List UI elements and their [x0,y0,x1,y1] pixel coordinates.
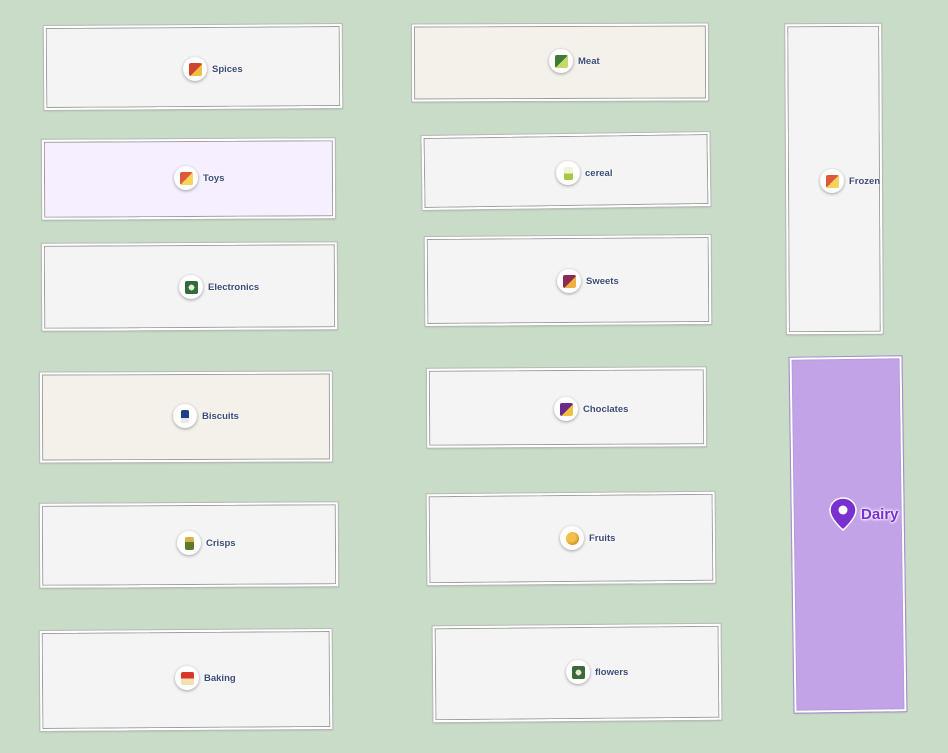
meat-product-icon [549,49,573,73]
aisle-dairy[interactable] [788,355,908,714]
flowers-product-icon [566,660,590,684]
aisle-label-spices: Spices [212,63,243,75]
aisle-marker-cereal[interactable]: cereal [556,161,612,185]
cereal-product-icon [556,161,580,185]
aisle-marker-sweets[interactable]: Sweets [557,269,619,293]
aisle-marker-frozen[interactable]: Frozen [820,169,880,193]
aisle-marker-choclates[interactable]: Choclates [554,397,628,421]
aisle-marker-fruits[interactable]: Fruits [560,526,615,550]
aisle-marker-meat[interactable]: Meat [549,49,600,73]
crisps-product-icon [177,531,201,555]
electronics-product-icon [179,275,203,299]
aisle-label-frozen: Frozen [849,175,881,187]
fruits-product-icon [560,526,584,550]
aisle-marker-baking[interactable]: Baking [175,666,236,690]
spices-product-icon [183,57,207,81]
aisle-label-electronics: Electronics [208,281,260,293]
aisle-marker-toys[interactable]: Toys [174,166,224,190]
biscuits-product-icon [173,404,197,428]
aisle-marker-crisps[interactable]: Crisps [177,531,236,555]
aisle-label-flowers: flowers [595,666,629,678]
aisle-marker-electronics[interactable]: Electronics [179,275,259,299]
aisle-label-sweets: Sweets [586,275,619,287]
location-pin-icon [829,497,857,531]
baking-product-icon [175,666,199,690]
aisle-label-dairy: Dairy [861,505,899,523]
aisle-label-crisps: Crisps [206,537,236,549]
chocolates-product-icon [554,397,578,421]
frozen-product-icon [820,169,844,193]
aisle-label-meat: Meat [578,55,600,67]
store-map[interactable]: Spices Toys Electronics Biscuits Crisps … [0,0,948,753]
aisle-label-toys: Toys [203,172,225,184]
aisle-label-choclates: Choclates [583,403,629,415]
aisle-label-fruits: Fruits [589,532,616,544]
aisle-label-baking: Baking [204,672,236,684]
aisle-label-biscuits: Biscuits [202,410,239,422]
aisle-marker-spices[interactable]: Spices [183,57,243,81]
aisle-label-cereal: cereal [585,167,613,179]
sweets-product-icon [557,269,581,293]
aisle-marker-biscuits[interactable]: Biscuits [173,404,239,428]
aisle-marker-flowers[interactable]: flowers [566,660,628,684]
toys-product-icon [174,166,198,190]
aisle-marker-dairy[interactable]: Dairy [829,497,899,531]
